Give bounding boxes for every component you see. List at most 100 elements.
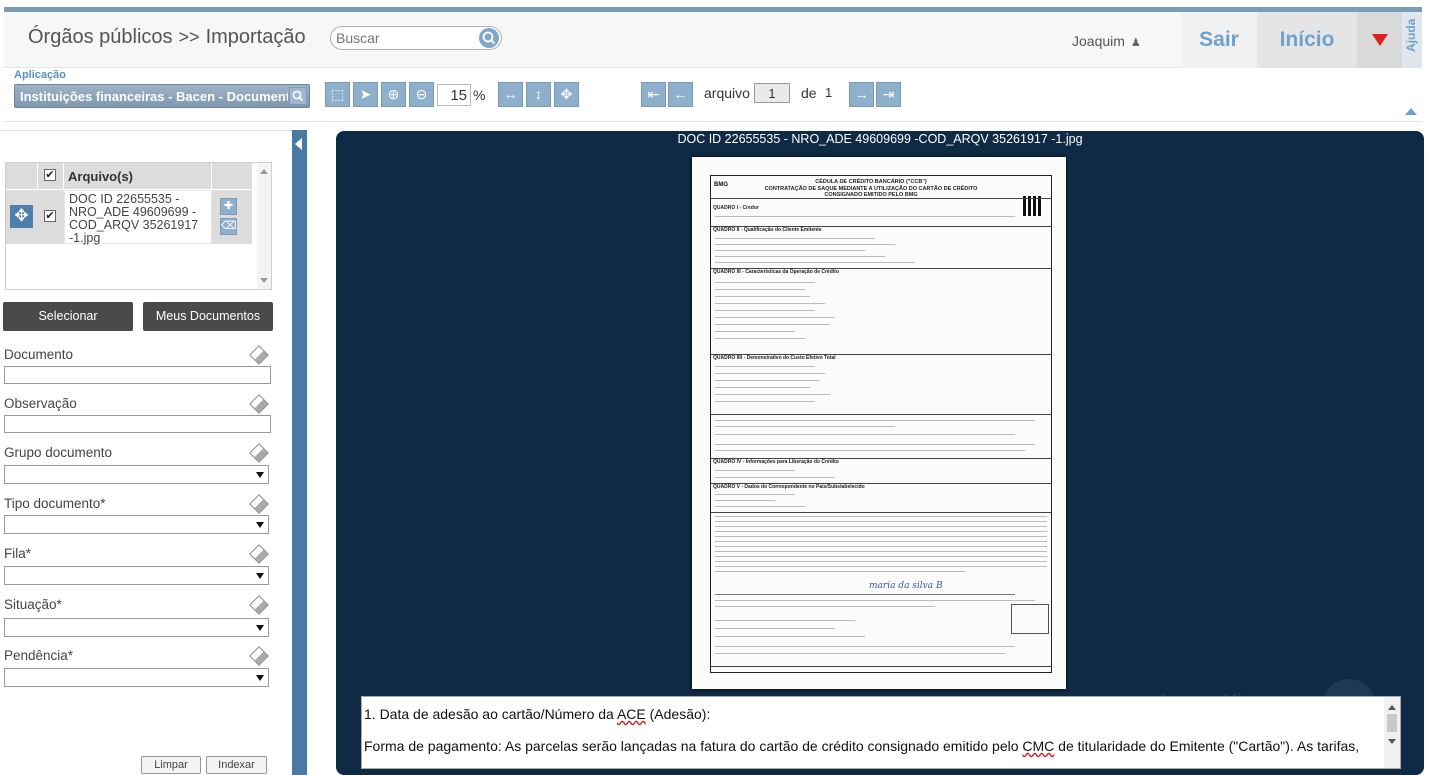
breadcrumb: Órgãos públicos >> Importação bbox=[28, 26, 306, 49]
situacao-select[interactable] bbox=[4, 618, 269, 637]
ajuda-button[interactable]: Ajuda bbox=[1402, 12, 1422, 68]
doc-section-q6: QUADRO V - Dados do Correspondente no Pa… bbox=[713, 484, 865, 490]
file-list-header: ✔ Arquivo(s) bbox=[6, 163, 256, 189]
toolbar-divider bbox=[4, 121, 1422, 122]
doc-section-q5: QUADRO IV - Informações para Liberação d… bbox=[713, 459, 839, 465]
scroll-up-icon[interactable] bbox=[260, 169, 268, 174]
caret-down-icon bbox=[1372, 34, 1388, 46]
viewer-title: DOC ID 22655535 - NRO_ADE 49609699 -COD_… bbox=[677, 132, 1083, 146]
collapse-up-icon[interactable] bbox=[1405, 108, 1417, 115]
search-icon[interactable] bbox=[479, 28, 499, 48]
last-page-icon[interactable]: ⇥ bbox=[876, 82, 901, 107]
previous-page-icon[interactable]: ← bbox=[668, 82, 693, 107]
ocr-line-2: Forma de pagamento: As parcelas serão la… bbox=[364, 738, 1360, 754]
scroll-down-icon[interactable] bbox=[1388, 739, 1396, 744]
dropdown-arrow-icon bbox=[256, 522, 264, 528]
aplicacao-label: Aplicação bbox=[14, 69, 66, 81]
de-label: de bbox=[801, 85, 817, 101]
grupo-documento-select[interactable] bbox=[4, 465, 269, 484]
move-icon[interactable]: ✥ bbox=[10, 205, 33, 228]
ocr-text: 1. Data de adesão ao cartão/Número da AC… bbox=[364, 706, 1374, 770]
sair-button[interactable]: Sair bbox=[1181, 12, 1257, 68]
zoom-input[interactable] bbox=[437, 84, 471, 106]
breadcrumb-separator: >> bbox=[178, 27, 200, 47]
select-area-icon[interactable]: ⬚ bbox=[325, 82, 350, 107]
menu-dropdown-button[interactable] bbox=[1357, 12, 1402, 68]
pointer-icon[interactable]: ➤ bbox=[353, 82, 378, 107]
fila-select[interactable] bbox=[4, 566, 269, 585]
doc-section-q3: QUADRO III - Características da Operação… bbox=[713, 269, 839, 275]
collapse-left-icon[interactable] bbox=[295, 138, 302, 150]
signature: maria da silva B bbox=[869, 581, 943, 591]
fit-width-icon[interactable]: ↔ bbox=[498, 82, 523, 107]
search-input[interactable] bbox=[336, 27, 476, 49]
dropdown-arrow-icon bbox=[256, 472, 264, 478]
trash-icon[interactable]: ⌫ bbox=[220, 218, 237, 235]
total-files: 1 bbox=[825, 85, 833, 100]
user-menu[interactable]: Joaquim ♟ bbox=[1072, 33, 1141, 49]
user-icon: ♟ bbox=[1130, 37, 1141, 49]
document-title-line2: CONTRATAÇÃO DE SAQUE MEDIANTE A UTILIZAÇ… bbox=[764, 185, 978, 199]
panel-splitter[interactable] bbox=[292, 130, 307, 775]
grupo-documento-label: Grupo documento bbox=[4, 445, 113, 460]
doc-section-q2: QUADRO II - Qualificação do Cliente Emit… bbox=[713, 227, 822, 233]
file-list-scrollbar[interactable] bbox=[257, 163, 271, 289]
fila-label: Fila* bbox=[4, 546, 32, 561]
first-page-icon[interactable]: ⇤ bbox=[641, 82, 666, 107]
scroll-up-icon[interactable] bbox=[1388, 705, 1396, 710]
scroll-thumb[interactable] bbox=[1387, 714, 1397, 732]
document-logo: BMG bbox=[714, 182, 728, 188]
arquivos-header: Arquivo(s) bbox=[68, 169, 133, 184]
arquivo-input[interactable] bbox=[754, 83, 790, 103]
dropdown-arrow-icon bbox=[256, 573, 264, 579]
document-form: BMG CÉDULA DE CRÉDITO BANCÁRIO ("CCB") C… bbox=[710, 175, 1052, 673]
ocr-text-area[interactable]: 1. Data de adesão ao cartão/Número da AC… bbox=[361, 696, 1401, 769]
scroll-down-icon[interactable] bbox=[260, 278, 268, 283]
zoom-out-icon[interactable]: ⊖ bbox=[409, 82, 434, 107]
situacao-label: Situação* bbox=[4, 597, 62, 612]
arquivo-label: arquivo bbox=[704, 85, 750, 101]
pendencia-label: Pendência* bbox=[4, 648, 74, 663]
tipo-documento-select[interactable] bbox=[4, 515, 269, 534]
tipo-documento-label: Tipo documento* bbox=[4, 496, 106, 511]
fit-height-icon[interactable]: ↕ bbox=[526, 82, 551, 107]
select-all-checkbox[interactable]: ✔ bbox=[44, 169, 56, 181]
ajuda-label: Ajuda bbox=[1404, 18, 1418, 52]
breadcrumb-orgaos[interactable]: Órgãos públicos bbox=[28, 26, 173, 48]
selecionar-button[interactable]: Selecionar bbox=[3, 302, 133, 331]
split-icon[interactable]: ✚ bbox=[220, 198, 237, 215]
ocr-line-1: 1. Data de adesão ao cartão/Número da AC… bbox=[364, 706, 711, 722]
search-box bbox=[330, 26, 502, 50]
limpar-button[interactable]: Limpar bbox=[141, 756, 201, 774]
user-name: Joaquim bbox=[1072, 33, 1125, 49]
breadcrumb-importacao: Importação bbox=[205, 26, 306, 48]
observacao-label: Observação bbox=[4, 396, 77, 411]
file-checkbox[interactable]: ✔ bbox=[44, 210, 56, 222]
image-viewer: DOC ID 22655535 - NRO_ADE 49609699 -COD_… bbox=[336, 131, 1424, 775]
aplicacao-value: Instituições financeiras - Bacen - Docum… bbox=[20, 89, 288, 104]
file-list: ✔ Arquivo(s) ✥ ✔ DOC ID 22655535 - NRO_A… bbox=[5, 162, 272, 290]
inicio-button[interactable]: Início bbox=[1257, 12, 1357, 68]
next-page-icon[interactable]: → bbox=[849, 82, 874, 107]
document-image[interactable]: BMG CÉDULA DE CRÉDITO BANCÁRIO ("CCB") C… bbox=[692, 157, 1066, 689]
app-header: Órgãos públicos>>Importação Joaquim ♟ Sai… bbox=[4, 12, 1422, 68]
zoom-in-icon[interactable]: ⊕ bbox=[381, 82, 406, 107]
dropdown-arrow-icon bbox=[256, 675, 264, 681]
document-title: CÉDULA DE CRÉDITO BANCÁRIO ("CCB") CONTR… bbox=[751, 179, 991, 199]
zoom-unit: % bbox=[473, 87, 486, 103]
doc-section-q4: QUADRO IIII - Demonstrativo do Custo Efe… bbox=[713, 355, 836, 361]
qr-code bbox=[1023, 196, 1043, 216]
aplicacao-search-icon[interactable] bbox=[289, 87, 307, 105]
fit-page-icon[interactable]: ✥ bbox=[554, 82, 579, 107]
meus-documentos-button[interactable]: Meus Documentos bbox=[143, 302, 273, 331]
doc-section-q1: QUADRO I - Credor bbox=[713, 205, 759, 211]
documento-label: Documento bbox=[4, 347, 74, 362]
aplicacao-select[interactable]: Instituições financeiras - Bacen - Docum… bbox=[14, 84, 310, 108]
dropdown-arrow-icon bbox=[256, 625, 264, 631]
list-item[interactable]: ✥ ✔ DOC ID 22655535 - NRO_ADE 49609699 -… bbox=[6, 190, 252, 245]
ocr-scrollbar[interactable] bbox=[1384, 697, 1400, 768]
pendencia-select[interactable] bbox=[4, 668, 269, 687]
indexar-button[interactable]: Indexar bbox=[206, 756, 267, 774]
observacao-input[interactable] bbox=[4, 415, 271, 433]
documento-input[interactable] bbox=[4, 366, 271, 384]
